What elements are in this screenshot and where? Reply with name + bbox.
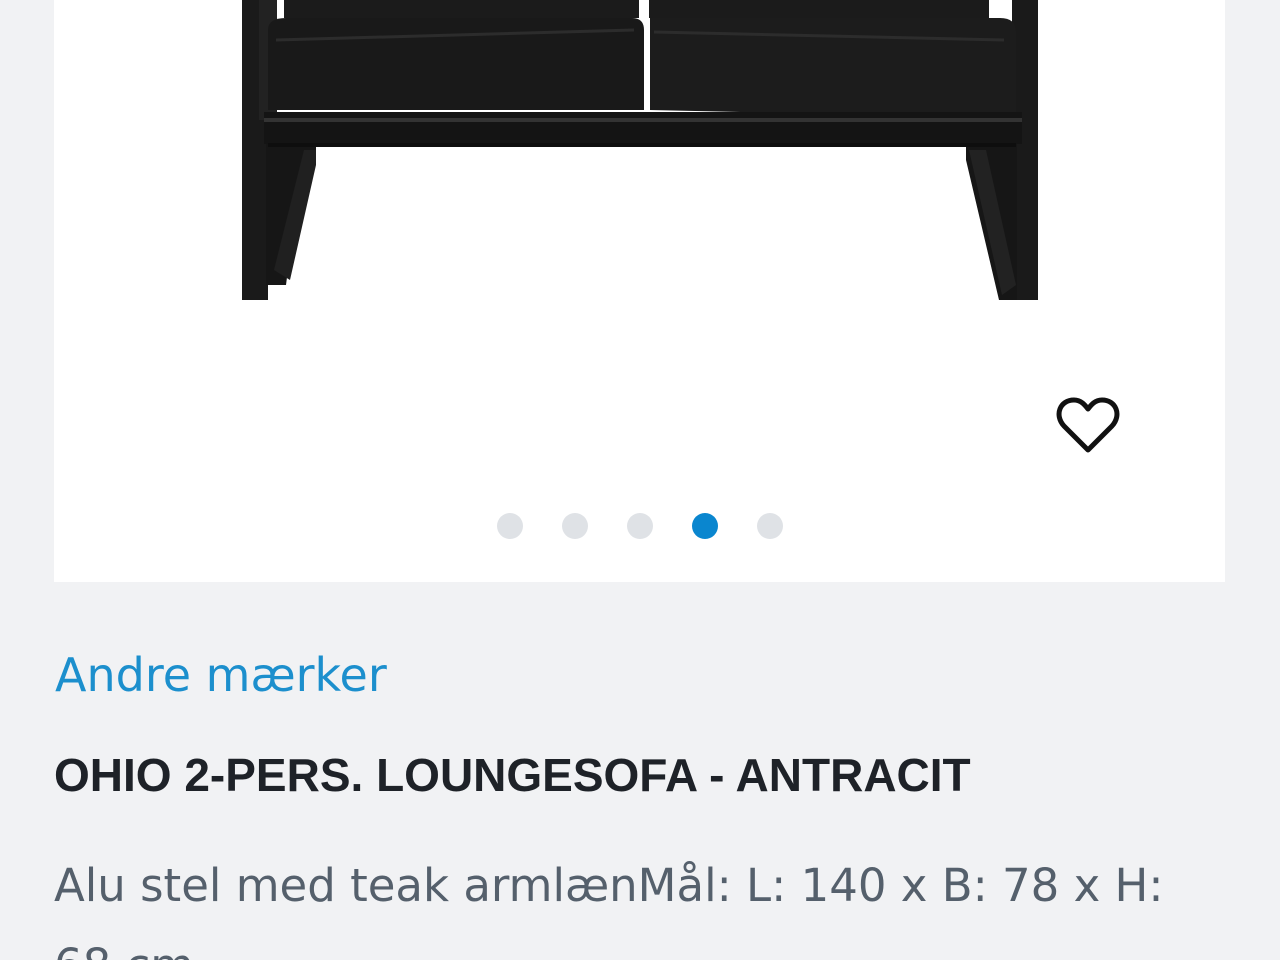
product-description: Alu stel med teak armlænMål: L: 140 x B:…	[54, 859, 1164, 960]
image-gallery[interactable]	[54, 0, 1225, 582]
carousel-pagination	[54, 513, 1225, 539]
carousel-dot-4-active[interactable]	[691, 513, 718, 539]
brand-link[interactable]: Andre mærker	[55, 648, 387, 702]
carousel-dot-3[interactable]	[626, 513, 653, 539]
favorite-button[interactable]	[1054, 392, 1122, 460]
heart-outline-icon	[1056, 397, 1120, 453]
product-page: Andre mærker OHIO 2-PERS. LOUNGESOFA - A…	[0, 0, 1280, 960]
carousel-dot-5[interactable]	[756, 513, 783, 539]
product-image	[242, 0, 1038, 300]
carousel-dot-2[interactable]	[561, 513, 588, 539]
carousel-dot-1[interactable]	[496, 513, 523, 539]
product-title: OHIO 2-PERS. LOUNGESOFA - ANTRACIT	[54, 749, 971, 801]
